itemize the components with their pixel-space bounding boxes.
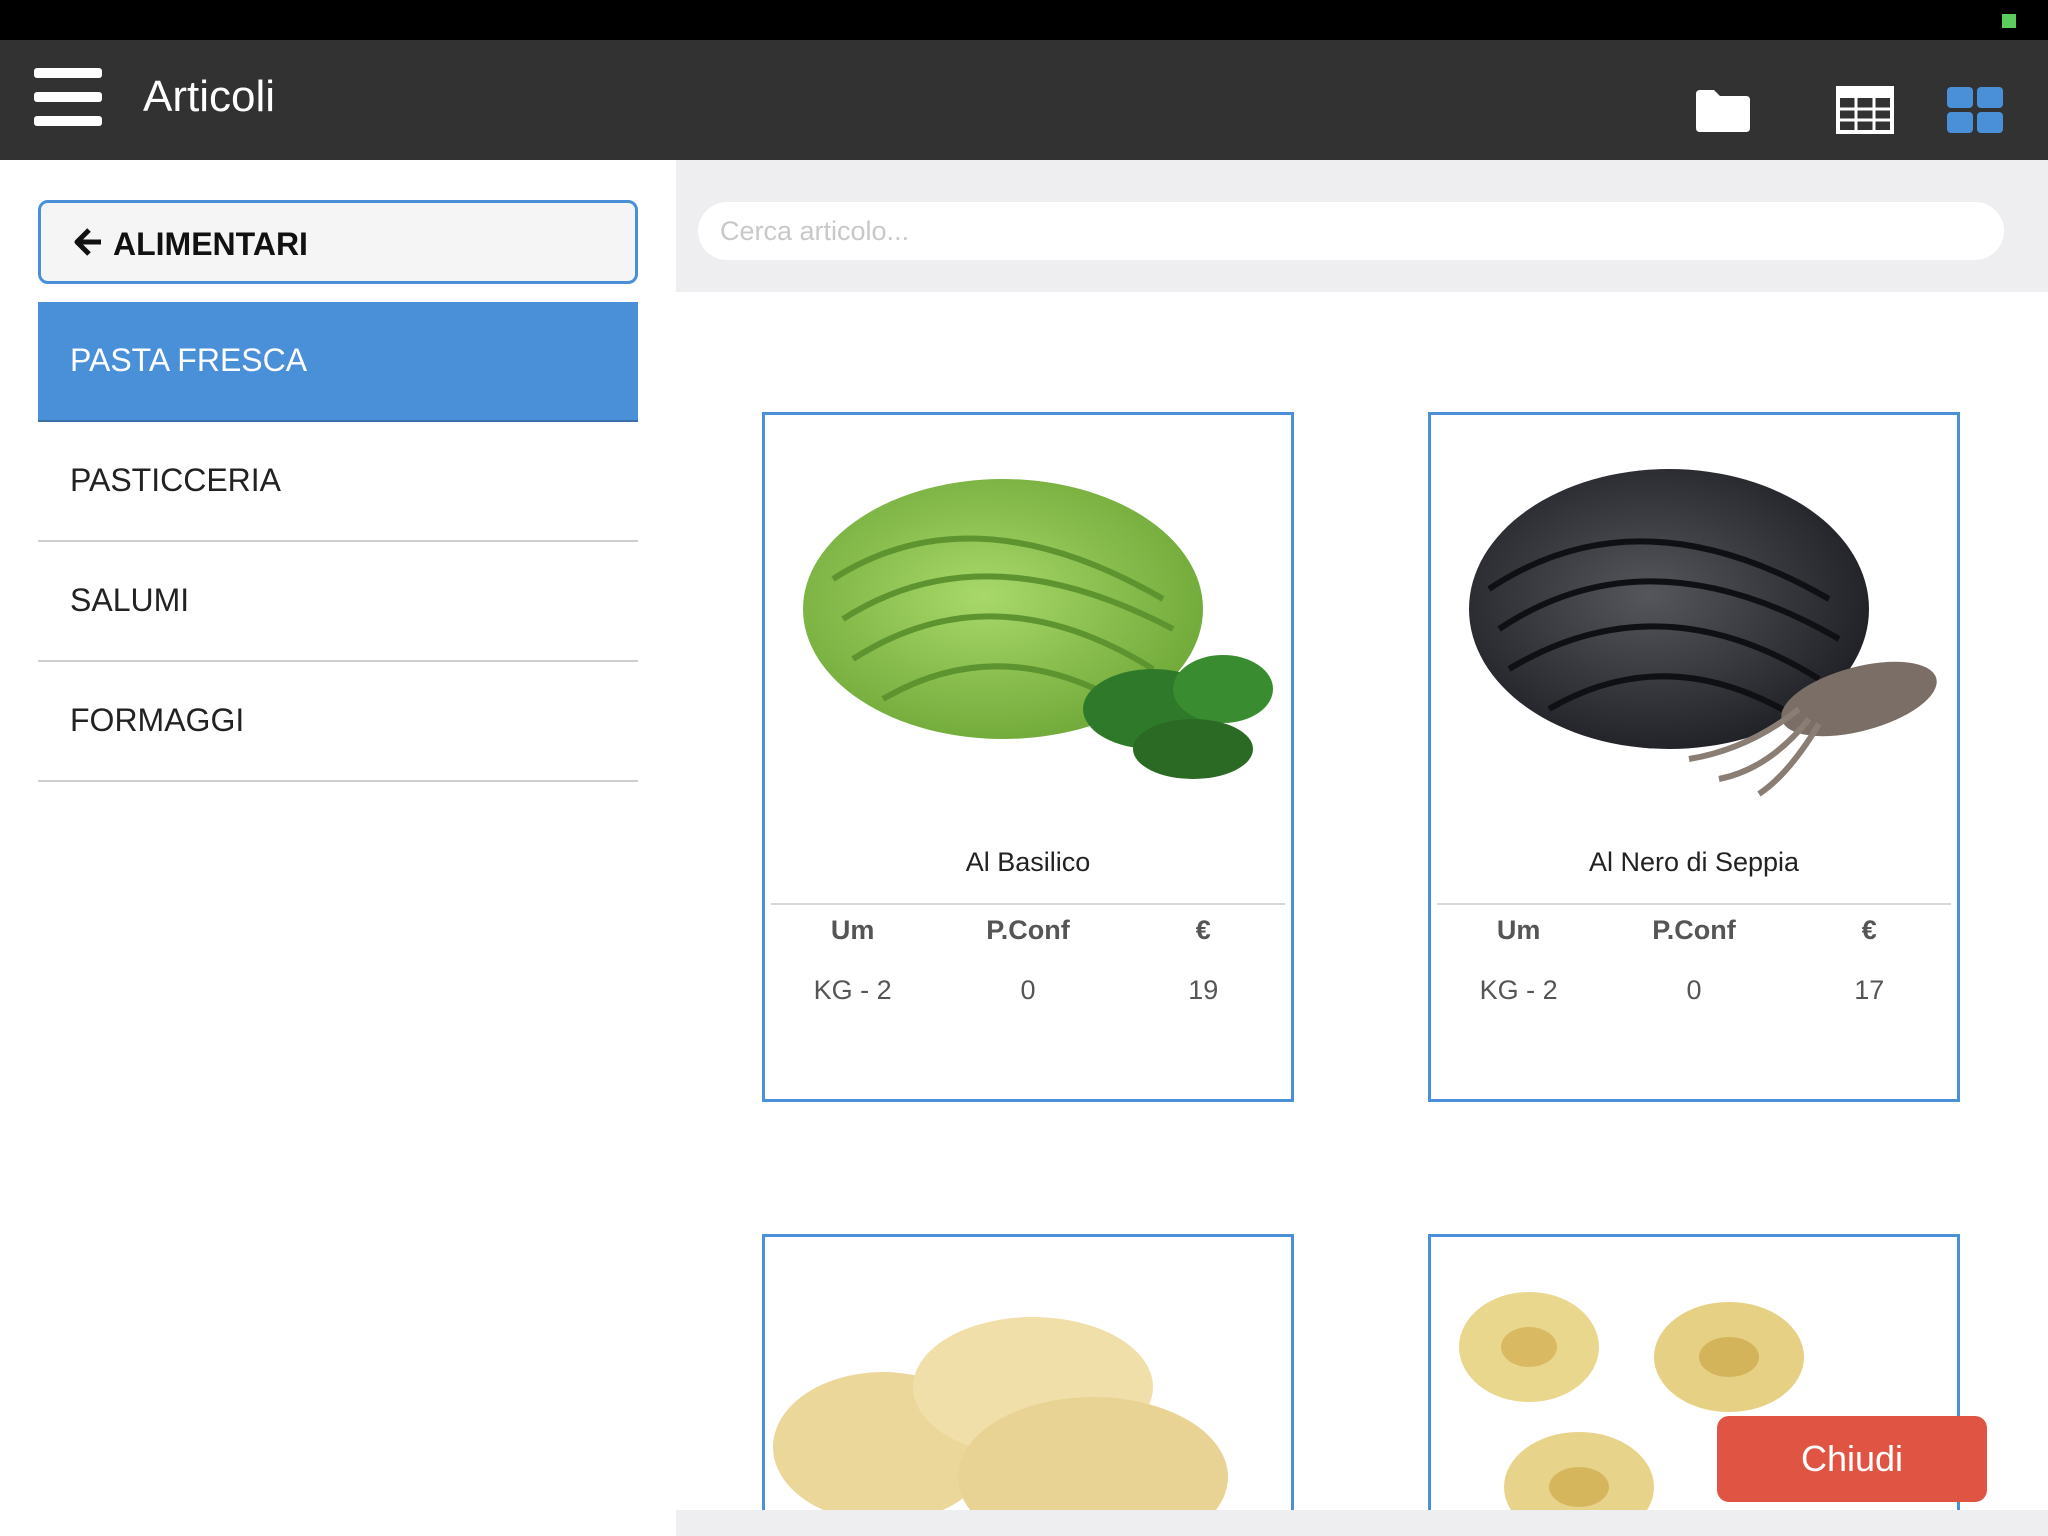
product-card[interactable]: Al Nero di Seppia Um P.Conf € KG - 2 0 1… [1428, 412, 1960, 1102]
product-image [1439, 429, 1949, 809]
search-bar [676, 160, 2048, 292]
value-um: KG - 2 [1479, 975, 1558, 1005]
product-name: Al Nero di Seppia [1588, 847, 1800, 877]
sidebar-item-label: FORMAGGI [70, 702, 245, 738]
card-values-row: KG - 2 0 17 [1431, 975, 1957, 1006]
value-pconf: 0 [1686, 975, 1702, 1005]
sidebar-item-pasta-fresca[interactable]: PASTA FRESCA [38, 302, 638, 422]
battery-indicator [2002, 14, 2016, 28]
search-input[interactable] [698, 202, 2004, 260]
card-divider [1437, 903, 1951, 905]
card-header-row: Um P.Conf € [765, 915, 1291, 946]
product-card[interactable]: Al Basilico Um P.Conf € KG - 2 0 19 [762, 412, 1294, 1102]
bottom-bar [676, 1510, 2048, 1536]
category-list: PASTA FRESCA PASTICCERIA SALUMI FORMAGGI [38, 302, 638, 782]
product-name: Al Basilico [965, 847, 1091, 877]
sidebar-item-label: PASTICCERIA [70, 462, 281, 498]
back-button-label: ALIMENTARI [113, 226, 308, 262]
product-grid-area: Al Basilico Um P.Conf € KG - 2 0 19 [676, 160, 2048, 1536]
sidebar-item-formaggi[interactable]: FORMAGGI [38, 662, 638, 782]
value-price: 19 [1188, 975, 1219, 1005]
sidebar-item-label: PASTA FRESCA [70, 342, 308, 378]
column-um: Um [830, 915, 875, 945]
sidebar-item-label: SALUMI [70, 582, 190, 618]
sidebar-item-pasticceria[interactable]: PASTICCERIA [38, 422, 638, 542]
folder-icon[interactable] [1694, 86, 1752, 134]
product-image [773, 429, 1283, 809]
value-um: KG - 2 [813, 975, 892, 1005]
table-view-icon[interactable] [1836, 86, 1894, 134]
status-bar [0, 0, 2048, 40]
page-title: Articoli [143, 72, 276, 121]
card-divider [771, 903, 1285, 905]
close-button[interactable]: Chiudi [1717, 1416, 1987, 1502]
sidebar-item-salumi[interactable]: SALUMI [38, 542, 638, 662]
column-pconf: P.Conf [1652, 915, 1736, 945]
grid-view-icon[interactable] [1946, 86, 2004, 134]
column-pconf: P.Conf [986, 915, 1070, 945]
hamburger-menu-icon[interactable] [34, 68, 102, 126]
column-price: € [1861, 915, 1877, 945]
column-price: € [1195, 915, 1211, 945]
sidebar: ALIMENTARI PASTA FRESCA PASTICCERIA SALU… [0, 160, 676, 1536]
product-card[interactable] [762, 1234, 1294, 1536]
card-header-row: Um P.Conf € [1431, 915, 1957, 946]
card-values-row: KG - 2 0 19 [765, 975, 1291, 1006]
value-pconf: 0 [1020, 975, 1036, 1005]
back-button[interactable]: ALIMENTARI [38, 200, 638, 284]
column-um: Um [1496, 915, 1541, 945]
value-price: 17 [1854, 975, 1885, 1005]
product-image [773, 1297, 1283, 1536]
arrow-left-icon [73, 227, 103, 257]
app-header: Articoli [0, 40, 2048, 160]
